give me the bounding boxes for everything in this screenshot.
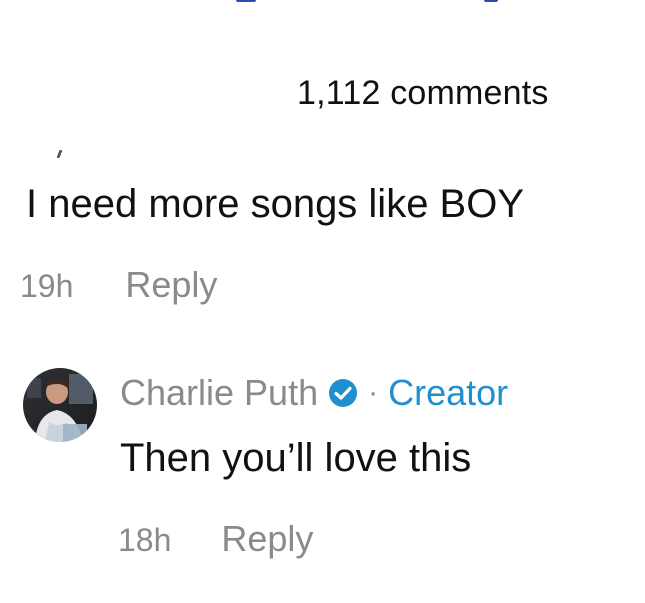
- reply-button[interactable]: Reply: [125, 264, 217, 306]
- comment-text: I need more songs like BOY: [26, 182, 525, 226]
- creator-badge: Creator: [388, 372, 509, 413]
- avatar[interactable]: [23, 368, 97, 442]
- reply-header: Charlie Puth · Creator: [120, 372, 508, 414]
- cropped-title-fragment: [0, 0, 645, 6]
- verified-check-icon: [329, 379, 358, 407]
- author-name[interactable]: Charlie Puth: [120, 372, 318, 414]
- comment-meta: 19h Reply: [20, 264, 217, 306]
- reply-timestamp: 18h: [118, 522, 172, 558]
- separator-dot: ·: [368, 376, 379, 409]
- cropped-avatar-fragment: [56, 150, 63, 158]
- avatar-photo: [23, 368, 97, 442]
- comment-count: 1,112 comments: [297, 74, 549, 112]
- comment-timestamp: 19h: [20, 268, 74, 304]
- reply-text: Then you’ll love this: [120, 436, 472, 480]
- reply-meta: 18h Reply: [118, 518, 313, 560]
- reply-button[interactable]: Reply: [221, 518, 313, 560]
